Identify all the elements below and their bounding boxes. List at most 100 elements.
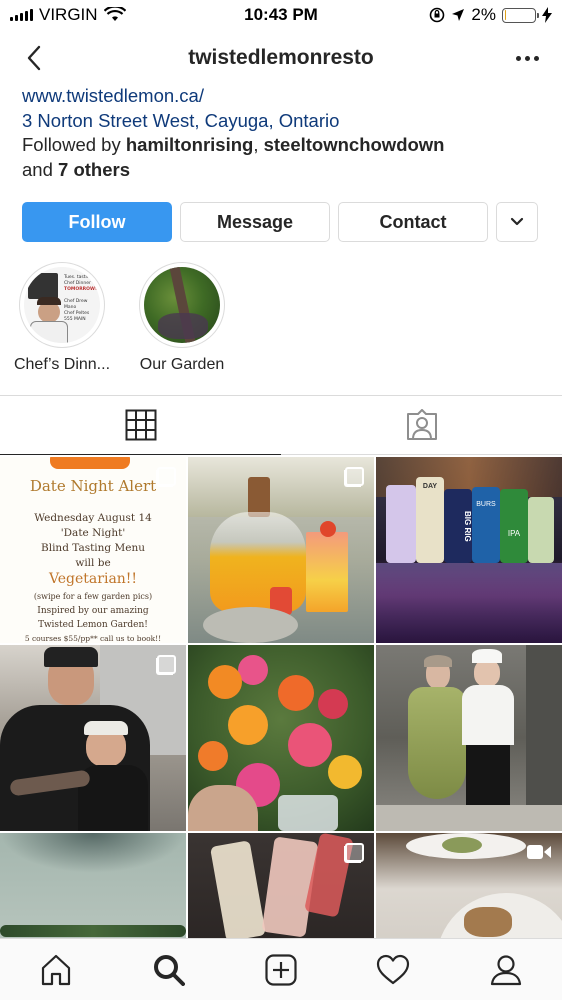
ice-bowl <box>203 607 298 643</box>
address-link[interactable]: 3 Norton Street West, Cayuga, Ontario <box>22 109 542 134</box>
follower-name: steeltownchowdown <box>263 134 445 155</box>
carrier-label: VIRGIN <box>39 5 98 24</box>
cover-text-line: Chef Drew Mano <box>64 299 88 310</box>
background-window <box>188 457 374 517</box>
story-highlights: Tues. tasting Chef Dinner TOMORROW! Chef… <box>12 262 232 374</box>
bottom-navigation <box>0 938 562 1000</box>
beer-can: BURS <box>472 487 500 563</box>
post-beer-cans[interactable]: DAY BIG RIG BURS IPA <box>376 457 562 643</box>
follower-separator: , <box>253 134 259 155</box>
nav-search[interactable] <box>144 945 194 995</box>
poster-line: (swipe for a few garden pics) <box>33 592 153 601</box>
wifi-icon <box>103 7 126 21</box>
followed-prefix: Followed by <box>22 134 121 155</box>
search-icon <box>153 954 185 986</box>
back-button[interactable] <box>20 44 48 72</box>
cover-text: Tues. tasting Chef Dinner TOMORROW! Chef… <box>64 275 100 323</box>
highlight-our-garden[interactable]: Our Garden <box>132 262 232 374</box>
nav-home[interactable] <box>31 945 81 995</box>
doorway <box>526 645 562 831</box>
flower <box>238 655 268 685</box>
multiple-photos-icon <box>156 655 176 675</box>
flower-garnish <box>320 521 336 537</box>
green-dress <box>408 687 466 799</box>
multiple-photos-icon <box>156 467 176 487</box>
location-icon <box>452 9 465 21</box>
food <box>442 837 482 853</box>
poster-line: 'Date Night' <box>60 527 126 539</box>
patio-floor <box>376 805 562 831</box>
flower <box>288 723 332 767</box>
tab-posts-grid[interactable] <box>0 396 281 455</box>
poster-line: Twisted Lemon Garden! <box>38 620 148 630</box>
chevron-down-icon <box>510 217 524 226</box>
poster-line: Inspired by our amazing <box>37 606 149 616</box>
ellipsis-dot <box>524 55 530 61</box>
chef-coat <box>30 321 68 343</box>
food <box>464 907 512 937</box>
poster-line: 5 courses $55/pp** call us to book!! <box>24 634 162 643</box>
message-button[interactable]: Message <box>180 202 330 242</box>
chef-coat <box>462 685 514 745</box>
highlight-cover: Tues. tasting Chef Dinner TOMORROW! Chef… <box>24 267 100 343</box>
profile-bio: www.twistedlemon.ca/ 3 Norton Street Wes… <box>22 84 542 182</box>
followed-by[interactable]: Followed by hamiltonrising, steeltowncho… <box>22 133 542 182</box>
post-chef-and-kid[interactable] <box>0 645 186 831</box>
flower <box>328 755 362 789</box>
status-right: 2% <box>429 5 552 25</box>
follow-button[interactable]: Follow <box>22 202 172 242</box>
post-flowers[interactable] <box>188 645 374 831</box>
beer-can: IPA <box>500 489 528 563</box>
tagged-person-icon <box>406 409 437 440</box>
battery-percent: 2% <box>471 5 496 24</box>
charging-bolt-icon <box>542 7 552 23</box>
post-two-women[interactable] <box>376 645 562 831</box>
website-link[interactable]: www.twistedlemon.ca/ <box>22 84 542 109</box>
multiple-photos-icon <box>344 843 364 863</box>
chef-hat <box>472 649 502 663</box>
post-date-night[interactable]: Date Night Alert Wednesday August 14 'Da… <box>0 457 186 643</box>
post-drinks[interactable] <box>188 457 374 643</box>
flower <box>318 689 348 719</box>
drink-glass <box>306 532 348 612</box>
poster-line: will be <box>75 557 111 569</box>
flower <box>278 675 314 711</box>
chef-cap <box>44 647 98 667</box>
cover-photo-block <box>28 273 58 299</box>
poster-line: Wednesday August 14 <box>34 512 152 524</box>
highlight-ring <box>139 262 225 348</box>
multiple-photos-icon <box>344 467 364 487</box>
others-count: 7 others <box>58 158 130 180</box>
flower <box>208 665 242 699</box>
beer-can <box>386 485 416 563</box>
ellipsis-icon <box>515 55 521 61</box>
lemon-graphic <box>50 457 130 469</box>
nav-profile[interactable] <box>481 945 531 995</box>
nav-activity[interactable] <box>368 945 418 995</box>
chevron-left-icon <box>27 45 41 71</box>
rotation-lock-icon <box>430 7 445 23</box>
status-left: VIRGIN <box>10 5 126 25</box>
suggested-accounts-button[interactable] <box>496 202 538 242</box>
popsicle-bag <box>209 840 267 942</box>
battery-icon <box>502 7 539 23</box>
grid-icon <box>125 409 156 441</box>
home-icon <box>42 954 71 985</box>
battery-fill <box>504 10 506 20</box>
woman-hair <box>424 655 452 667</box>
add-post-icon <box>265 953 297 986</box>
status-bar: VIRGIN 10:43 PM 2% <box>0 0 562 30</box>
tree-line <box>0 925 186 937</box>
contact-button[interactable]: Contact <box>338 202 488 242</box>
highlight-chefs-dinner[interactable]: Tues. tasting Chef Dinner TOMORROW! Chef… <box>12 262 112 374</box>
jug-cork <box>248 477 270 517</box>
cover-text-line: 555 MAIN <box>64 317 86 322</box>
tab-tagged[interactable] <box>281 396 562 454</box>
reflection <box>376 563 562 643</box>
nav-add-post[interactable] <box>256 945 306 995</box>
video-icon <box>527 845 551 859</box>
chef-hat <box>37 297 61 305</box>
signal-icon <box>10 9 33 21</box>
more-options-button[interactable] <box>512 44 542 72</box>
kid-cap <box>84 721 128 735</box>
